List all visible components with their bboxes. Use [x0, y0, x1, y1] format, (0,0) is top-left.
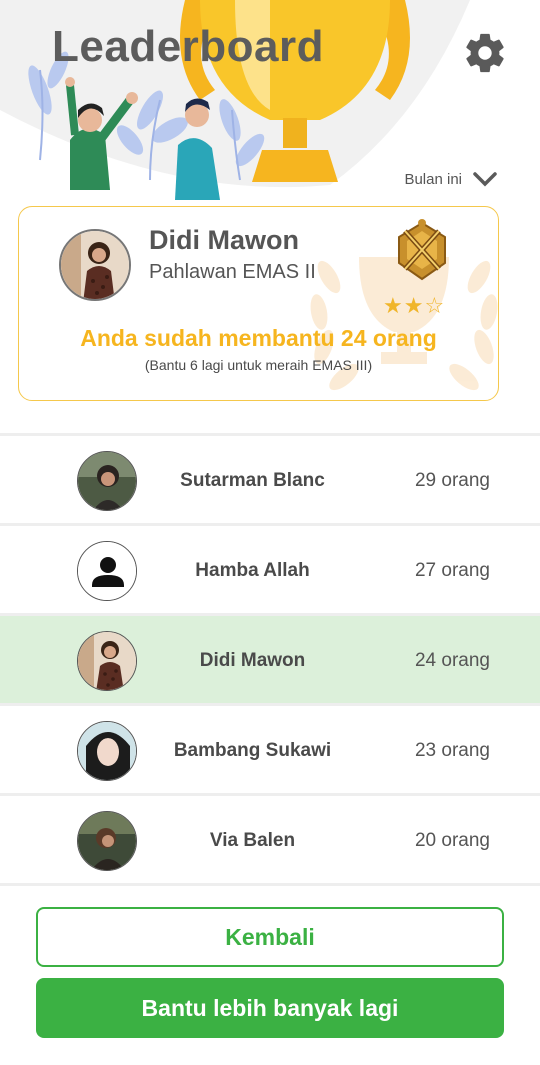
user-photo [78, 632, 136, 690]
avatar [77, 541, 137, 601]
leaderboard-name: Via Balen [209, 830, 296, 851]
leaderboard-count: 23 orang [414, 740, 490, 761]
page-title: Leaderboard [52, 22, 325, 71]
leaderboard-count: 29 orang [414, 470, 490, 491]
divider [0, 883, 540, 886]
star-filled-icon: ★ [383, 293, 404, 318]
leaderboard-name: Bambang Sukawi [173, 740, 332, 761]
helped-count-text: Anda sudah membantu 24 orang [80, 325, 437, 351]
star-empty-icon: ☆ [424, 293, 446, 318]
gold-rank-badge-icon [398, 219, 446, 281]
back-button[interactable]: Kembali [36, 907, 504, 967]
user-photo [78, 452, 136, 510]
leaderboard-count: 20 orang [414, 830, 490, 851]
help-more-button[interactable]: Bantu lebih banyak lagi [36, 978, 504, 1038]
leaderboard-row[interactable]: Sutarman Blanc 29 orang [0, 433, 540, 523]
avatar [77, 631, 137, 691]
period-filter-label: Bulan ini [404, 170, 462, 188]
leaderboard-count: 27 orang [414, 560, 490, 581]
avatar [77, 811, 137, 871]
profile-rank: Pahlawan EMAS II [149, 261, 316, 283]
leaderboard-row[interactable]: Via Balen 20 orang [0, 793, 540, 883]
leaderboard-list: Sutarman Blanc 29 orang Hamba Allah 27 o… [0, 433, 540, 886]
leaderboard-name: Didi Mawon [199, 650, 306, 671]
anonymous-user-icon [78, 542, 136, 600]
leaderboard-count: 24 orang [414, 650, 490, 671]
user-photo [61, 231, 129, 299]
user-photo [78, 812, 136, 870]
next-rank-hint: (Bantu 6 lagi untuk meraih EMAS III) [144, 357, 373, 373]
star-filled-icon: ★ [403, 293, 425, 318]
leaderboard-row[interactable]: Bambang Sukawi 23 orang [0, 703, 540, 793]
avatar [59, 229, 131, 301]
leaderboard-row-current-user[interactable]: Didi Mawon 24 orang [0, 613, 540, 703]
gear-icon[interactable] [462, 30, 508, 76]
period-filter-dropdown[interactable]: Bulan ini [404, 170, 498, 188]
chevron-down-icon [473, 172, 497, 187]
user-photo [78, 722, 136, 780]
avatar [77, 451, 137, 511]
rank-stars: ★★☆ [383, 293, 445, 319]
leaderboard-name: Sutarman Blanc [180, 470, 325, 491]
avatar [77, 721, 137, 781]
profile-name: Didi Mawon [149, 225, 299, 255]
user-rank-card: Didi Mawon Pahlawan EMAS II ★★☆ Anda sud… [18, 206, 499, 401]
leaderboard-name: Hamba Allah [195, 560, 310, 581]
leaderboard-row[interactable]: Hamba Allah 27 orang [0, 523, 540, 613]
